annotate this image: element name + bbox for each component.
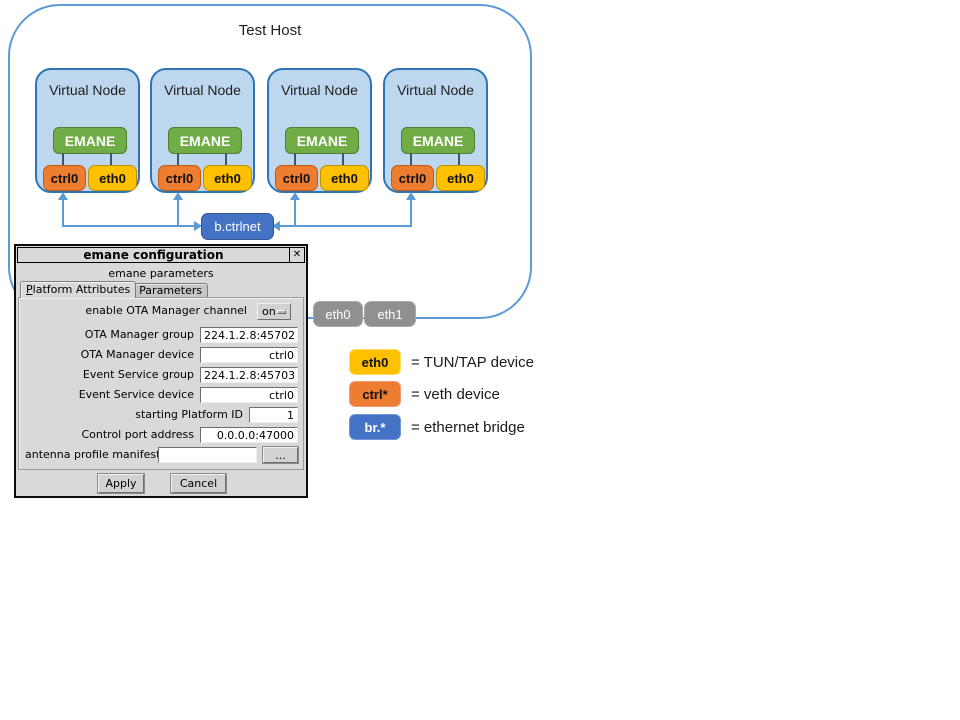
ctrl-interface: ctrl0: [158, 165, 201, 191]
emane-ctrl-link-line: [177, 153, 179, 165]
eth-interface: eth0: [88, 165, 137, 191]
eth-interface: eth0: [436, 165, 485, 191]
virtual-node-title: Virtual Node: [37, 82, 138, 98]
virtual-node-title: Virtual Node: [385, 82, 486, 98]
ota-device-input[interactable]: [200, 347, 298, 363]
connector-line: [177, 199, 179, 227]
connector-line: [62, 225, 195, 227]
emane-box: EMANE: [53, 127, 127, 154]
browse-button[interactable]: ...: [263, 447, 298, 463]
emane-ctrl-link-line: [410, 153, 412, 165]
tab-label: latform Attributes: [33, 283, 131, 296]
emane-box: EMANE: [285, 127, 359, 154]
host-eth0-box: eth0: [313, 301, 363, 327]
legend-tun-label: = TUN/TAP device: [411, 349, 534, 375]
emane-ctrl-link-line: [62, 153, 64, 165]
emane-eth-link-line: [458, 153, 460, 165]
emane-ctrl-link-line: [294, 153, 296, 165]
legend-bridge-label: = ethernet bridge: [411, 414, 525, 440]
eth-interface: eth0: [203, 165, 252, 191]
virtual-node: Virtual Node EMANE ctrl0 eth0: [267, 68, 372, 193]
platform-id-label: starting Platform ID: [135, 407, 243, 423]
virtual-node-title: Virtual Node: [152, 82, 253, 98]
legend-tun-box: eth0: [349, 349, 401, 375]
ota-group-label: OTA Manager group: [85, 327, 194, 343]
ctrl-interface: ctrl0: [43, 165, 86, 191]
tab-hotkey: P: [26, 283, 33, 296]
legend-veth-label: = veth device: [411, 381, 500, 407]
event-group-input[interactable]: [200, 367, 298, 383]
tab-platform-attributes[interactable]: Platform Attributes: [20, 281, 136, 298]
connector-line: [62, 199, 64, 227]
connector-line: [410, 199, 412, 227]
connector-line: [294, 199, 296, 227]
emane-configuration-dialog: emane configuration ✕ emane parameters P…: [14, 244, 308, 498]
ctrl-interface: ctrl0: [391, 165, 434, 191]
virtual-node: Virtual Node EMANE ctrl0 eth0: [150, 68, 255, 193]
event-device-label: Event Service device: [79, 387, 194, 403]
platform-id-input[interactable]: [249, 407, 298, 423]
emane-eth-link-line: [342, 153, 344, 165]
close-icon[interactable]: ✕: [289, 248, 304, 262]
test-host-title: Test Host: [10, 22, 530, 39]
dialog-titlebar[interactable]: emane configuration ✕: [17, 247, 305, 263]
event-group-label: Event Service group: [83, 367, 194, 383]
apply-button[interactable]: Apply: [98, 474, 144, 493]
ota-group-input[interactable]: [200, 327, 298, 343]
ota-device-label: OTA Manager device: [81, 347, 194, 363]
antenna-uri-input[interactable]: [158, 447, 257, 463]
ota-enable-label: enable OTA Manager channel: [85, 303, 247, 319]
host-eth1-box: eth1: [364, 301, 416, 327]
virtual-node-title: Virtual Node: [269, 82, 370, 98]
screen: Test Host Virtual Node EMANE ctrl0 eth0 …: [0, 0, 960, 720]
event-device-input[interactable]: [200, 387, 298, 403]
emane-box: EMANE: [168, 127, 242, 154]
legend-veth-box: ctrl*: [349, 381, 401, 407]
emane-eth-link-line: [110, 153, 112, 165]
ota-enable-dropdown[interactable]: on: [257, 303, 291, 320]
virtual-node: Virtual Node EMANE ctrl0 eth0: [35, 68, 140, 193]
emane-eth-link-line: [225, 153, 227, 165]
dialog-subtitle: emane parameters: [16, 267, 306, 280]
ctrl-interface: ctrl0: [275, 165, 318, 191]
legend-bridge-box: br.*: [349, 414, 401, 440]
control-bridge-box: b.ctrlnet: [201, 213, 274, 240]
cancel-button[interactable]: Cancel: [171, 474, 226, 493]
dialog-title: emane configuration: [18, 248, 289, 262]
virtual-node: Virtual Node EMANE ctrl0 eth0: [383, 68, 488, 193]
connector-line: [280, 225, 412, 227]
dropdown-indicator-icon: [277, 310, 286, 314]
emane-box: EMANE: [401, 127, 475, 154]
control-port-input[interactable]: [200, 427, 298, 443]
tab-content-frame: [18, 297, 304, 470]
control-port-label: Control port address: [81, 427, 194, 443]
eth-interface: eth0: [320, 165, 369, 191]
ota-enable-value: on: [262, 305, 276, 318]
